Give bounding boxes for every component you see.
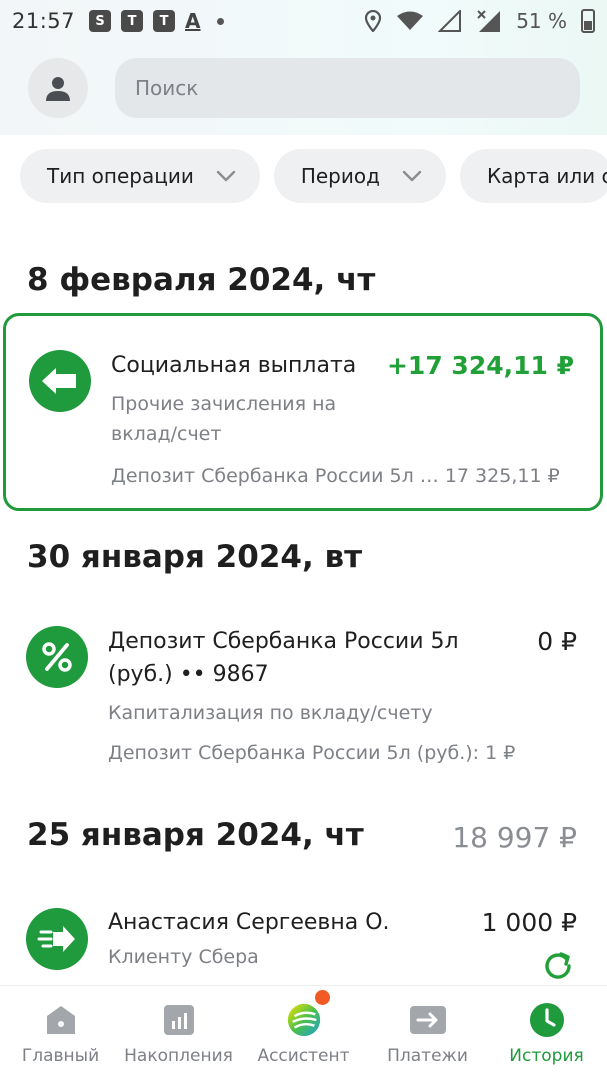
date-total: 18 997 ₽ (452, 821, 577, 854)
date-header: 8 февраля 2024, чт (27, 262, 376, 298)
operation-detail: Депозит Сбербанка России 5л … 17 325,11 … (111, 465, 560, 487)
a-icon: A (185, 9, 201, 33)
chevron-down-icon (402, 170, 422, 182)
operation-amount: 0 ₽ (537, 627, 577, 656)
avatar[interactable] (28, 58, 88, 118)
filter-label: Карта или с (486, 164, 607, 188)
status-bar: 21:57 S T T A 51 % (0, 0, 607, 42)
nav-assistant[interactable]: Ассистент (243, 986, 364, 1080)
notification-dot (315, 990, 330, 1005)
nav-savings[interactable]: Накопления (118, 986, 239, 1080)
filter-label: Период (300, 164, 380, 188)
operation-amount: +17 324,11 ₽ (386, 351, 574, 380)
operation-subtitle-line: Прочие зачисления на (111, 393, 337, 415)
nav-history[interactable]: История (486, 986, 607, 1080)
home-icon (42, 1002, 80, 1038)
battery-text: 51 % (516, 9, 567, 33)
transfer-arrow-icon (26, 908, 88, 970)
nav-label: Накопления (124, 1046, 233, 1066)
savings-chart-icon (160, 1002, 198, 1038)
operation-title: Социальная выплата (111, 353, 357, 378)
search-input[interactable]: Поиск (115, 58, 580, 118)
arrow-left-icon (29, 350, 91, 412)
shield-icon: T (153, 10, 176, 32)
operation-subtitle: Капитализация по вкладу/счету (108, 702, 433, 724)
signal-x-icon (477, 10, 501, 32)
location-icon (365, 10, 382, 32)
nav-label: Ассистент (257, 1046, 350, 1066)
nav-label: Платежи (387, 1046, 468, 1066)
operation-subtitle: Клиенту Сбера (108, 946, 259, 968)
dot-icon (216, 17, 224, 25)
operation-subtitle-line: вклад/счет (111, 423, 222, 445)
nav-label: История (509, 1046, 584, 1066)
filter-label: Тип операции (47, 164, 194, 188)
percent-icon (26, 626, 88, 688)
assistant-logo-icon (285, 1002, 323, 1038)
repeat-icon[interactable] (541, 949, 575, 983)
nav-payments[interactable]: Платежи (367, 986, 488, 1080)
battery-icon (581, 9, 595, 33)
wifi-icon (397, 11, 424, 30)
user-icon (46, 77, 70, 101)
operation-detail: Депозит Сбербанка России 5л (руб.): 1 ₽ (108, 742, 516, 764)
shield-icon: T (121, 10, 144, 32)
clock-icon (528, 1002, 566, 1038)
operation-social-payment[interactable]: Социальная выплата +17 324,11 ₽ Прочие з… (3, 313, 603, 511)
operation-transfer[interactable]: Анастасия Сергеевна О. 1 000 ₽ Клиенту С… (3, 895, 603, 983)
operation-title-line: Депозит Сбербанка России 5л (108, 629, 459, 654)
filter-bar: Тип операции Период Карта или с (20, 149, 607, 203)
search-placeholder: Поиск (135, 76, 199, 100)
operation-amount: 1 000 ₽ (481, 908, 577, 937)
signal-icon (438, 10, 462, 32)
filter-period[interactable]: Период (273, 149, 446, 203)
operation-deposit-capitalization[interactable]: Депозит Сбербанка России 5л (руб.) •• 98… (3, 615, 603, 775)
nav-home[interactable]: Главный (0, 986, 121, 1080)
date-header: 25 января 2024, чт (27, 817, 364, 853)
operation-title: Анастасия Сергеевна О. (108, 910, 390, 935)
filter-card[interactable]: Карта или с (459, 149, 607, 203)
status-time: 21:57 (12, 9, 76, 33)
sync-icon: S (89, 10, 112, 32)
bottom-navigation: Главный Накопления Ассистент Платежи Ист… (0, 985, 607, 1080)
operation-title-line: (руб.) •• 9867 (108, 662, 269, 687)
date-header: 30 января 2024, вт (27, 539, 363, 575)
filter-operation-type[interactable]: Тип операции (20, 149, 260, 203)
payments-icon (409, 1002, 447, 1038)
nav-label: Главный (21, 1046, 100, 1066)
chevron-down-icon (216, 170, 236, 182)
